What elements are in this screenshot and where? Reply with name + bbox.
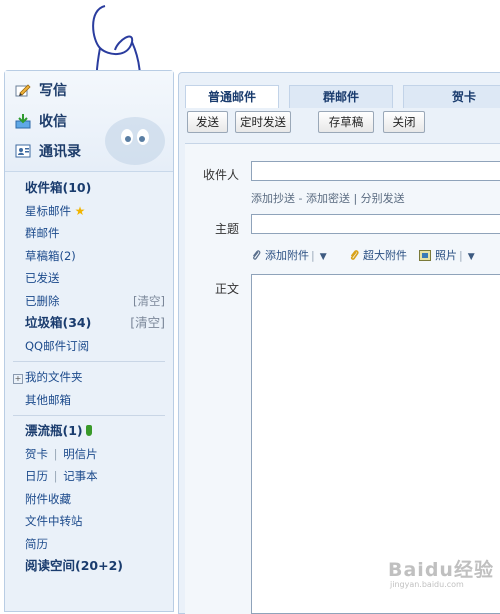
subject-input[interactable] — [251, 214, 500, 234]
separator-dash: - — [295, 192, 306, 205]
separator: | — [311, 249, 315, 262]
folder-deleted[interactable]: 已删除 [清空] — [5, 290, 173, 313]
bottle-icon — [85, 425, 92, 436]
folder-group-mail-label: 群邮件 — [25, 226, 60, 240]
reading-space[interactable]: 阅读空间(20+2) — [5, 555, 173, 578]
subject-label: 主题 — [215, 222, 240, 236]
calendar-row: 日历 | 记事本 — [5, 465, 173, 488]
dropdown-arrow-icon[interactable]: ▼ — [320, 252, 327, 262]
folder-list: 收件箱(10) 星标邮件 ★ 群邮件 草稿箱(2) 已发送 已删除 [清空] 垃圾… — [5, 177, 173, 578]
attachment-collection[interactable]: 附件收藏 — [5, 488, 173, 511]
cards-row: 贺卡 | 明信片 — [5, 443, 173, 466]
folder-group-mail[interactable]: 群邮件 — [5, 222, 173, 245]
add-bcc-link[interactable]: 添加密送 — [306, 192, 350, 205]
cc-links: 添加抄送 - 添加密送 | 分别发送 — [251, 190, 405, 206]
receive-mail-label: 收信 — [39, 114, 67, 130]
qq-mascot-decoration — [105, 117, 165, 165]
folder-starred-label: 星标邮件 — [25, 203, 71, 218]
folder-junk-label: 垃圾箱(34) — [25, 315, 92, 330]
photo-label: 照片 — [435, 249, 457, 262]
receive-mail-button[interactable]: 收信 — [15, 111, 67, 133]
pencil-icon — [15, 84, 31, 97]
dropdown-arrow-icon[interactable]: ▼ — [468, 252, 475, 262]
folder-qq-subscriptions[interactable]: QQ邮件订阅 — [5, 335, 173, 358]
postcards-link[interactable]: 明信片 — [63, 447, 98, 461]
tab-group-mail[interactable]: 群邮件 — [289, 85, 393, 108]
drift-bottle-label: 漂流瓶(1) — [25, 423, 83, 438]
tab-normal-mail[interactable]: 普通邮件 — [185, 85, 279, 108]
my-folders-label: 我的文件夹 — [25, 370, 83, 384]
contacts-label: 通讯录 — [39, 144, 81, 160]
compose-form: 收件人 添加抄送 - 添加密送 | 分别发送 主题 添加附件 | ▼ 超大附件 照片… — [185, 143, 500, 614]
notes-link[interactable]: 记事本 — [63, 469, 98, 483]
contacts-button[interactable]: 通讯录 — [15, 141, 81, 163]
divider — [13, 361, 165, 362]
close-button[interactable]: 关闭 — [383, 111, 425, 133]
folder-junk[interactable]: 垃圾箱(34) [清空] — [5, 312, 173, 335]
my-folders-toggle[interactable]: + 我的文件夹 — [5, 366, 173, 389]
star-icon: ★ — [74, 203, 86, 218]
photo-icon — [419, 250, 431, 261]
photo-link[interactable]: 照片 | ▼ — [419, 248, 475, 265]
calendar-link[interactable]: 日历 — [25, 469, 48, 483]
drift-bottle[interactable]: 漂流瓶(1) — [5, 420, 173, 443]
send-button[interactable]: 发送 — [187, 111, 228, 133]
add-cc-link[interactable]: 添加抄送 — [251, 192, 295, 205]
compose-area: 写信 收信 通讯录 — [5, 71, 173, 172]
divider — [13, 415, 165, 416]
folder-drafts[interactable]: 草稿箱(2) — [5, 245, 173, 268]
folder-inbox-label: 收件箱(10) — [25, 180, 92, 195]
resume[interactable]: 简历 — [5, 533, 173, 556]
body-editor[interactable] — [251, 274, 500, 614]
folder-drafts-label: 草稿箱(2) — [25, 248, 76, 263]
clear-deleted-link[interactable]: [清空] — [133, 290, 165, 313]
folder-starred[interactable]: 星标邮件 ★ — [5, 200, 173, 223]
recipient-input[interactable] — [251, 161, 500, 181]
write-mail-button[interactable]: 写信 — [15, 80, 67, 102]
attachment-collection-label: 附件收藏 — [25, 491, 71, 506]
file-transfer-station[interactable]: 文件中转站 — [5, 510, 173, 533]
separator: | — [53, 446, 58, 461]
inbox-icon — [15, 114, 31, 129]
left-sidebar: 写信 收信 通讯录 收件箱(10) 星标邮件 ★ 群邮件 草稿箱(2) 已发送 … — [4, 70, 174, 612]
folder-sent-label: 已发送 — [25, 271, 60, 285]
super-attachment-link[interactable]: 超大附件 — [349, 248, 407, 264]
paperclip-icon — [253, 250, 261, 260]
add-attachment-link[interactable]: 添加附件 | ▼ — [251, 248, 327, 265]
reading-space-label: 阅读空间(20+2) — [25, 558, 123, 573]
add-attachment-label: 添加附件 — [265, 249, 309, 262]
separator-pipe: | — [349, 192, 361, 205]
write-mail-label: 写信 — [39, 83, 67, 99]
folder-deleted-label: 已删除 — [25, 293, 60, 308]
folder-qq-subscriptions-label: QQ邮件订阅 — [25, 338, 90, 353]
other-mailboxes-label: 其他邮箱 — [25, 392, 71, 407]
body-label: 正文 — [215, 282, 240, 296]
folder-inbox[interactable]: 收件箱(10) — [5, 177, 173, 200]
file-transfer-label: 文件中转站 — [25, 514, 83, 528]
super-attachment-label: 超大附件 — [363, 249, 407, 262]
separator: | — [459, 249, 463, 262]
contacts-card-icon — [15, 144, 31, 158]
clear-junk-link[interactable]: [清空] — [130, 312, 165, 335]
separator: | — [53, 469, 58, 483]
resume-label: 简历 — [25, 536, 48, 551]
folder-sent[interactable]: 已发送 — [5, 267, 173, 290]
separate-send-link[interactable]: 分别发送 — [361, 192, 405, 205]
tab-greeting-card[interactable]: 贺卡 — [403, 85, 500, 108]
scheduled-send-button[interactable]: 定时发送 — [235, 111, 291, 133]
cards-link[interactable]: 贺卡 — [25, 447, 48, 461]
expand-plus-icon: + — [13, 374, 23, 384]
compose-panel: 普通邮件 群邮件 贺卡 发送 定时发送 存草稿 关闭 收件人 添加抄送 - 添加… — [178, 72, 500, 614]
other-mailboxes[interactable]: 其他邮箱 — [5, 389, 173, 412]
recipient-label: 收件人 — [203, 168, 240, 182]
save-draft-button[interactable]: 存草稿 — [318, 111, 374, 133]
paperclip-yellow-icon — [350, 250, 359, 260]
